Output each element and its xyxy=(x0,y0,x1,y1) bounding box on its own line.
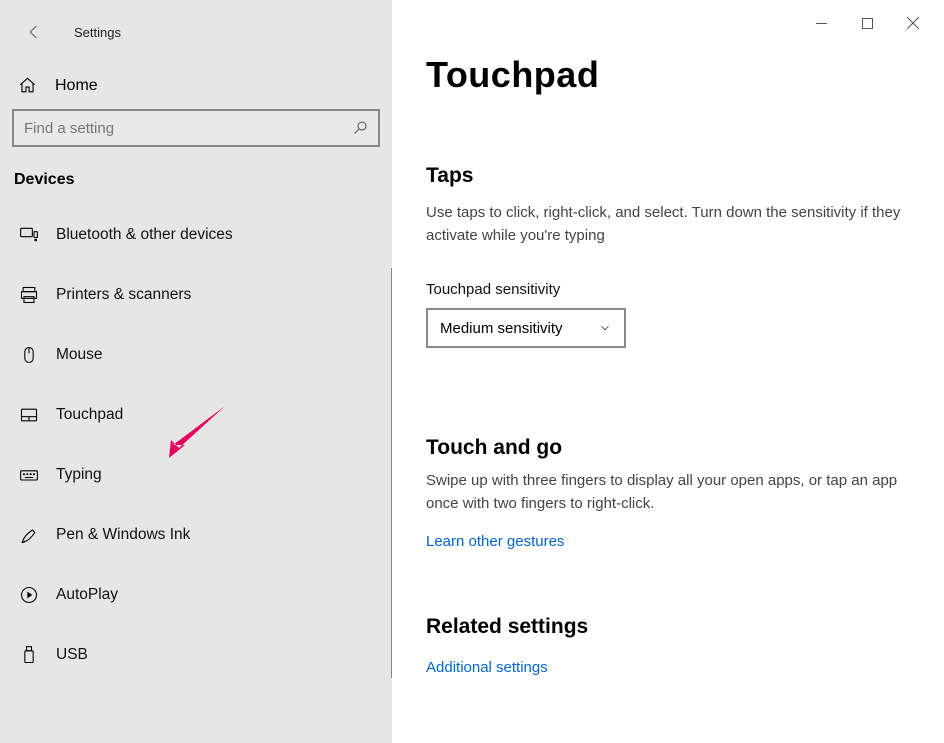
sidebar-item-autoplay[interactable]: AutoPlay xyxy=(0,565,392,625)
touch-and-go-description: Swipe up with three fingers to display a… xyxy=(426,470,924,515)
sidebar-item-usb[interactable]: USB xyxy=(0,625,392,685)
touch-and-go-heading: Touch and go xyxy=(426,436,924,460)
taps-heading: Taps xyxy=(426,164,924,188)
sidebar-item-label: USB xyxy=(56,646,88,664)
back-icon[interactable] xyxy=(18,16,50,48)
printer-icon xyxy=(18,285,40,305)
autoplay-icon xyxy=(18,585,40,605)
sidebar-item-label: Pen & Windows Ink xyxy=(56,526,190,544)
page-title: Touchpad xyxy=(426,54,924,96)
home-label: Home xyxy=(55,77,98,95)
home-button[interactable]: Home xyxy=(0,52,392,109)
search-input[interactable] xyxy=(24,120,352,137)
window-title: Settings xyxy=(74,25,121,40)
search-container xyxy=(0,109,392,171)
related-settings-heading: Related settings xyxy=(426,615,924,639)
window-controls xyxy=(798,8,936,38)
sidebar-item-label: Mouse xyxy=(56,346,103,364)
search-icon xyxy=(352,120,368,136)
sidebar-item-bluetooth[interactable]: Bluetooth & other devices xyxy=(0,205,392,265)
main-content: Touchpad Taps Use taps to click, right-c… xyxy=(392,0,944,743)
mouse-icon xyxy=(18,345,40,365)
home-icon xyxy=(18,76,37,95)
sidebar-section-header: Devices xyxy=(0,171,392,205)
sidebar-item-typing[interactable]: Typing xyxy=(0,445,392,505)
sensitivity-label: Touchpad sensitivity xyxy=(426,281,924,298)
sidebar-item-label: Printers & scanners xyxy=(56,286,191,304)
sidebar-item-label: Typing xyxy=(56,466,102,484)
sensitivity-value: Medium sensitivity xyxy=(440,320,563,337)
close-button[interactable] xyxy=(890,8,936,38)
sidebar-item-label: AutoPlay xyxy=(56,586,118,604)
pen-icon xyxy=(18,525,40,545)
search-box[interactable] xyxy=(12,109,380,147)
keyboard-icon xyxy=(18,465,40,485)
maximize-button[interactable] xyxy=(844,8,890,38)
usb-icon xyxy=(18,645,40,665)
sidebar-item-printers[interactable]: Printers & scanners xyxy=(0,265,392,325)
minimize-button[interactable] xyxy=(798,8,844,38)
titlebar: Settings xyxy=(0,12,392,52)
sidebar-item-mouse[interactable]: Mouse xyxy=(0,325,392,385)
sidebar-item-pen[interactable]: Pen & Windows Ink xyxy=(0,505,392,565)
taps-description: Use taps to click, right-click, and sele… xyxy=(426,202,924,247)
sidebar: Settings Home Devices Bluetooth & other … xyxy=(0,0,392,743)
sensitivity-dropdown[interactable]: Medium sensitivity xyxy=(426,308,626,348)
bluetooth-icon xyxy=(18,225,40,245)
touchpad-icon xyxy=(18,405,40,425)
sidebar-item-touchpad[interactable]: Touchpad xyxy=(0,385,392,445)
chevron-down-icon xyxy=(598,321,612,335)
additional-settings-link[interactable]: Additional settings xyxy=(426,659,548,676)
learn-gestures-link[interactable]: Learn other gestures xyxy=(426,533,564,550)
sidebar-item-label: Touchpad xyxy=(56,406,123,424)
sidebar-item-label: Bluetooth & other devices xyxy=(56,226,233,244)
